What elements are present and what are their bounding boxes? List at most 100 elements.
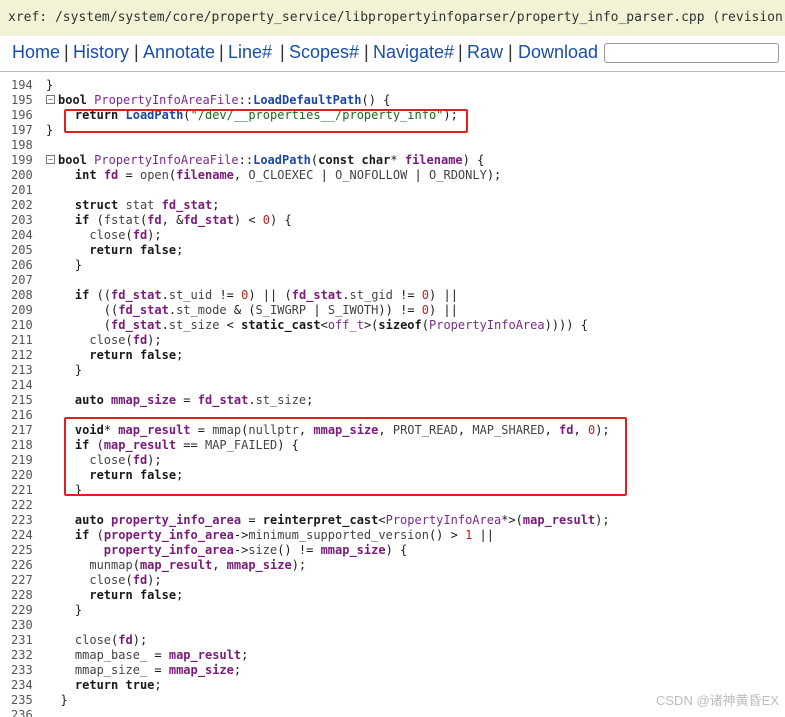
- code-line: 236: [0, 708, 785, 717]
- menu-history-link[interactable]: History: [73, 42, 129, 63]
- line-number[interactable]: 221: [11, 483, 35, 498]
- line-number[interactable]: 217: [11, 423, 35, 438]
- code-text: return false;: [89, 588, 184, 602]
- code-text: if (fstat(fd, &fd_stat) < 0) {: [74, 213, 292, 227]
- code-text: mmap_size_ = mmap_size;: [74, 663, 242, 677]
- code-text: return false;: [89, 243, 184, 257]
- line-number[interactable]: 211: [11, 333, 35, 348]
- fold-toggle-icon[interactable]: [46, 155, 55, 164]
- line-number[interactable]: 225: [11, 543, 35, 558]
- line-number[interactable]: 195: [11, 93, 35, 108]
- line-number[interactable]: 223: [11, 513, 35, 528]
- line-number[interactable]: 197: [11, 123, 35, 138]
- code-line: 227 close(fd);: [0, 573, 785, 588]
- code-text: auto property_info_area = reinterpret_ca…: [74, 513, 610, 527]
- highlight-box-loaddefaultpath: [64, 109, 468, 133]
- line-number[interactable]: 213: [11, 363, 35, 378]
- menu-separator: |: [134, 42, 139, 62]
- line-number[interactable]: 208: [11, 288, 35, 303]
- line-number[interactable]: 202: [11, 198, 35, 213]
- code-line: 201: [0, 183, 785, 198]
- code-text: }: [46, 258, 83, 272]
- line-number[interactable]: 203: [11, 213, 35, 228]
- code-line: 229 }: [0, 603, 785, 618]
- line-number[interactable]: 209: [11, 303, 35, 318]
- menu-separator: |: [64, 42, 69, 62]
- line-number[interactable]: 228: [11, 588, 35, 603]
- code-line: 222: [0, 498, 785, 513]
- line-number[interactable]: 212: [11, 348, 35, 363]
- line-number[interactable]: 204: [11, 228, 35, 243]
- menu-separator: |: [458, 42, 463, 62]
- line-number[interactable]: 199: [11, 153, 35, 168]
- code-line: 230: [0, 618, 785, 633]
- line-number[interactable]: 205: [11, 243, 35, 258]
- line-number[interactable]: 235: [11, 693, 35, 708]
- menu-raw-link[interactable]: Raw: [467, 42, 503, 63]
- code-line: 207: [0, 273, 785, 288]
- line-number[interactable]: 214: [11, 378, 35, 393]
- code-line: 233 mmap_size_ = mmap_size;: [0, 663, 785, 678]
- code-text: return true;: [74, 678, 162, 692]
- code-line: 210 (fd_stat.st_size < static_cast<off_t…: [0, 318, 785, 333]
- menu-line-numbers-link[interactable]: Line#: [228, 42, 272, 63]
- code-text: }: [46, 123, 54, 137]
- code-line: 204 close(fd);: [0, 228, 785, 243]
- line-number[interactable]: 194: [11, 78, 35, 93]
- menu-navigate-link[interactable]: Navigate#: [373, 42, 454, 63]
- line-number[interactable]: 200: [11, 168, 35, 183]
- code-text: property_info_area->size() != mmap_size)…: [103, 543, 408, 557]
- line-number[interactable]: 206: [11, 258, 35, 273]
- menu-scopes-link[interactable]: Scopes#: [289, 42, 359, 63]
- line-number[interactable]: 210: [11, 318, 35, 333]
- line-number[interactable]: 227: [11, 573, 35, 588]
- code-line: 225 property_info_area->size() != mmap_s…: [0, 543, 785, 558]
- line-number[interactable]: 230: [11, 618, 35, 633]
- code-line: 211 close(fd);: [0, 333, 785, 348]
- fold-toggle-icon[interactable]: [46, 95, 55, 104]
- line-number[interactable]: 207: [11, 273, 35, 288]
- code-line: 202 struct stat fd_stat;: [0, 198, 785, 213]
- line-number[interactable]: 220: [11, 468, 35, 483]
- menu-annotate-link[interactable]: Annotate: [143, 42, 215, 63]
- code-line: 224 if (property_info_area->minimum_supp…: [0, 528, 785, 543]
- line-number[interactable]: 231: [11, 633, 35, 648]
- line-number[interactable]: 236: [11, 708, 35, 717]
- code-text: }: [46, 363, 83, 377]
- line-number[interactable]: 198: [11, 138, 35, 153]
- code-text: if ((fd_stat.st_uid != 0) || (fd_stat.st…: [74, 288, 458, 302]
- code-text: auto mmap_size = fd_stat.st_size;: [74, 393, 314, 407]
- code-line: 212 return false;: [0, 348, 785, 363]
- line-number[interactable]: 224: [11, 528, 35, 543]
- menu-home-link[interactable]: Home: [12, 42, 60, 63]
- code-text: int fd = open(filename, O_CLOEXEC | O_NO…: [74, 168, 502, 182]
- line-number[interactable]: 218: [11, 438, 35, 453]
- search-input[interactable]: [604, 43, 779, 63]
- line-number[interactable]: 229: [11, 603, 35, 618]
- line-number[interactable]: 234: [11, 678, 35, 693]
- menu-separator: |: [219, 42, 224, 62]
- code-line: 203 if (fstat(fd, &fd_stat) < 0) {: [0, 213, 785, 228]
- line-number[interactable]: 196: [11, 108, 35, 123]
- source-code-view: 194}195bool PropertyInfoAreaFile::LoadDe…: [0, 72, 785, 717]
- code-line: 195 bool PropertyInfoAreaFile::LoadDefaul…: [0, 93, 785, 108]
- code-line: 198: [0, 138, 785, 153]
- code-line: 231 close(fd);: [0, 633, 785, 648]
- line-number[interactable]: 216: [11, 408, 35, 423]
- code-text: if (property_info_area->minimum_supporte…: [74, 528, 494, 542]
- code-text: struct stat fd_stat;: [74, 198, 220, 212]
- code-line: 226 munmap(map_result, mmap_size);: [0, 558, 785, 573]
- xref-path-bar: xref: /system/system/core/property_servi…: [0, 0, 785, 36]
- line-number[interactable]: 219: [11, 453, 35, 468]
- menu-download-link[interactable]: Download: [518, 42, 598, 63]
- code-line: 223 auto property_info_area = reinterpre…: [0, 513, 785, 528]
- line-number[interactable]: 226: [11, 558, 35, 573]
- line-number[interactable]: 222: [11, 498, 35, 513]
- line-number[interactable]: 215: [11, 393, 35, 408]
- code-text: close(fd);: [89, 228, 162, 242]
- code-text: }: [46, 78, 54, 92]
- line-number[interactable]: 233: [11, 663, 35, 678]
- line-number[interactable]: 201: [11, 183, 35, 198]
- line-number[interactable]: 232: [11, 648, 35, 663]
- code-line: 228 return false;: [0, 588, 785, 603]
